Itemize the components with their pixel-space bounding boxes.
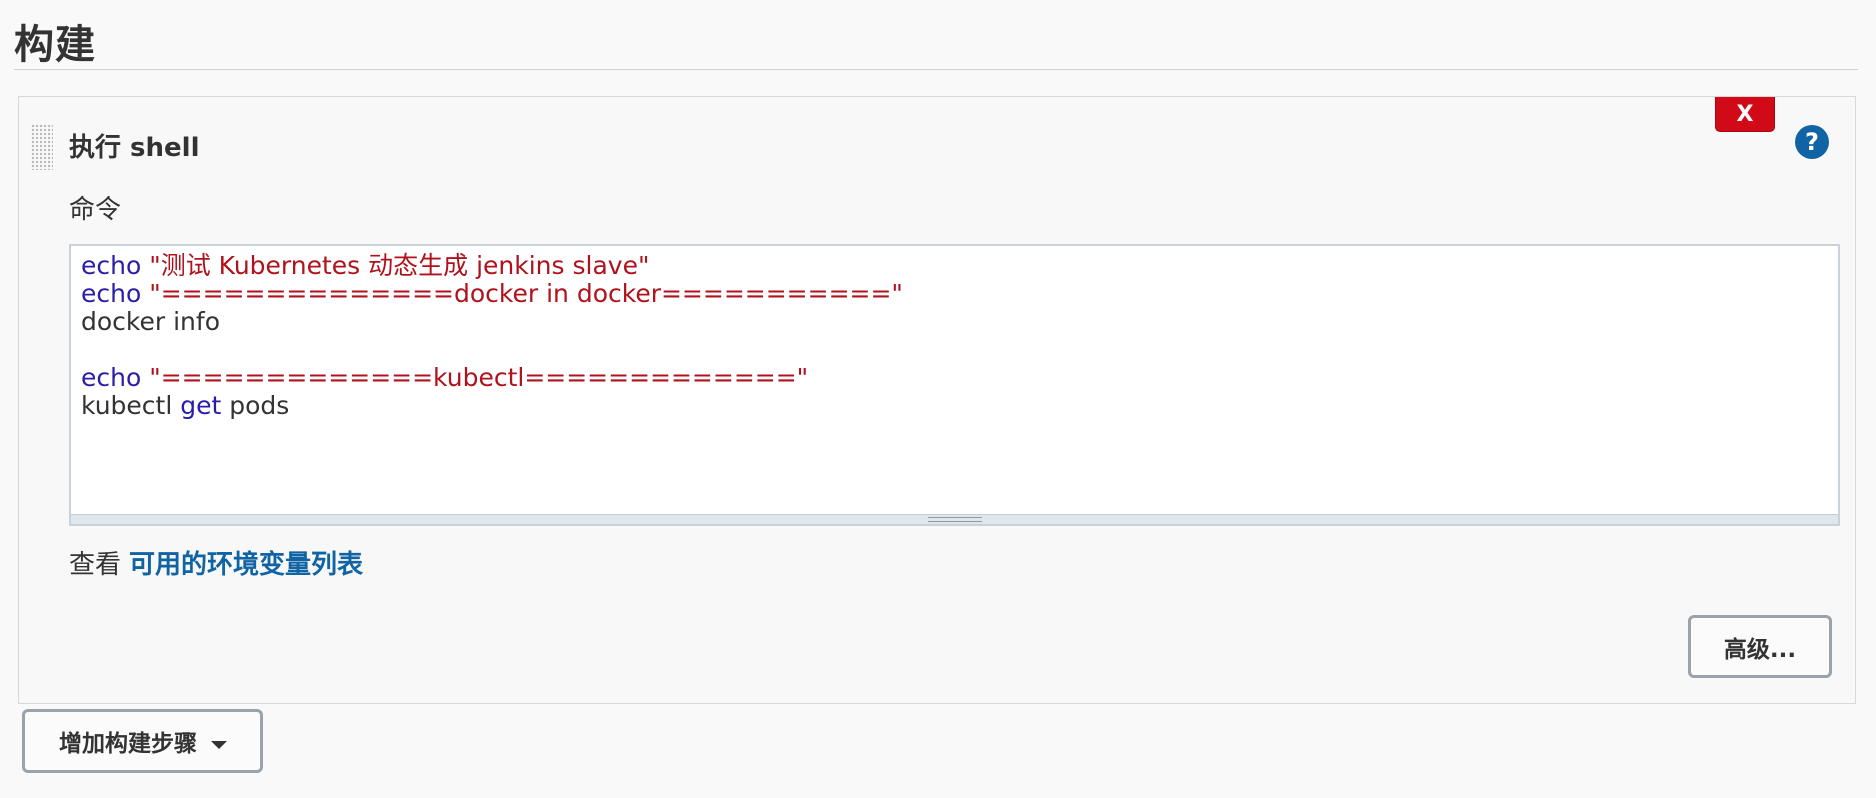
build-step-execute-shell: 执行 shell X ? 命令 echo "测试 Kubernetes 动态生成… [18, 96, 1856, 704]
command-editor[interactable]: echo "测试 Kubernetes 动态生成 jenkins slave" e… [69, 244, 1840, 526]
code-string: "测试 Kubernetes 动态生成 jenkins slave" [149, 251, 650, 280]
drag-handle-icon[interactable] [31, 124, 53, 170]
code-keyword: echo [81, 363, 142, 392]
section-divider [14, 69, 1858, 70]
editor-resize-bar[interactable] [71, 514, 1838, 524]
code-line: echo "测试 Kubernetes 动态生成 jenkins slave" [81, 252, 1828, 280]
code-string: "==============docker in docker=========… [149, 279, 903, 308]
delete-step-button[interactable]: X [1715, 97, 1775, 132]
step-title: 执行 shell [69, 133, 200, 163]
caret-down-icon [211, 740, 227, 749]
env-vars-prefix: 查看 [69, 550, 122, 580]
help-icon[interactable]: ? [1795, 125, 1829, 159]
code-text: pods [221, 391, 290, 420]
code-keyword: echo [81, 279, 142, 308]
env-vars-line: 查看 可用的环境变量列表 [69, 544, 363, 581]
add-build-step-label: 增加构建步骤 [59, 731, 197, 757]
code-line: kubectl get pods [81, 392, 1828, 420]
code-string: "=============kubectl=============" [149, 363, 809, 392]
env-vars-link[interactable]: 可用的环境变量列表 [129, 550, 363, 580]
code-line: echo "==============docker in docker====… [81, 280, 1828, 308]
code-text: docker info [81, 307, 220, 336]
advanced-button[interactable]: 高级... [1688, 615, 1832, 678]
section-title: 构建 [14, 22, 96, 68]
code-keyword: get [180, 391, 222, 420]
command-code[interactable]: echo "测试 Kubernetes 动态生成 jenkins slave" e… [81, 252, 1828, 420]
code-keyword: echo [81, 251, 142, 280]
resize-grip-icon[interactable] [927, 517, 982, 522]
add-build-step-button[interactable]: 增加构建步骤 [22, 709, 263, 773]
code-line: docker info [81, 308, 1828, 336]
code-line: echo "=============kubectl=============" [81, 364, 1828, 392]
code-text: kubectl [81, 391, 181, 420]
command-label: 命令 [69, 195, 122, 225]
